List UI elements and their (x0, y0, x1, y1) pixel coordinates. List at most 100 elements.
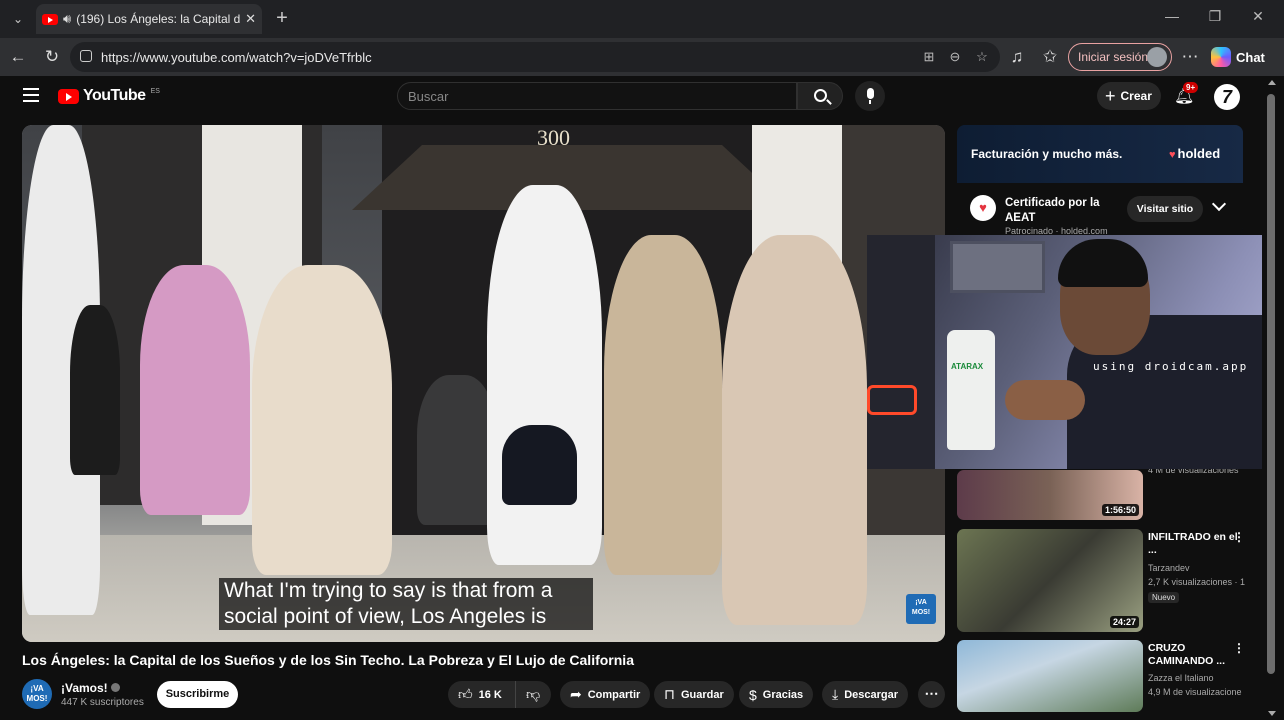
download-button[interactable]: ⤓ Descargar (822, 681, 909, 708)
chevron-down-icon[interactable] (1211, 196, 1227, 212)
close-window-icon[interactable]: ✕ (1248, 8, 1268, 25)
search-button[interactable] (797, 82, 843, 110)
webcam-overlay: ATARAX using droidcam.app (867, 235, 1284, 469)
browser-toolbar: ← ↻ https://www.youtube.com/watch?v=joDV… (0, 38, 1284, 76)
browser-tab-bar: ⌄ 🔊︎ (196) Los Ángeles: la Capital d ✕ +… (0, 0, 1284, 38)
site-info-icon[interactable] (80, 50, 92, 62)
rec-1-duration: 1:56:50 (1101, 504, 1139, 516)
super-thanks-icon: $ (749, 686, 757, 703)
channel-avatar[interactable]: ¡VA MOS! (22, 679, 52, 709)
scene-person (722, 235, 867, 625)
video-player[interactable]: 300 What I'm trying to say is that from … (22, 125, 945, 642)
cam-clothes-rack (867, 235, 935, 469)
scene-person (487, 185, 602, 565)
copilot-icon (1211, 47, 1231, 67)
rec-3-meta: 4,9 M de visualizacione (1148, 687, 1242, 697)
signin-button[interactable]: Iniciar sesión (1068, 43, 1172, 71)
restore-icon[interactable]: ❐ (1205, 8, 1225, 25)
cam-air-vent (950, 241, 1045, 293)
sponsored-ad[interactable]: Facturación y mucho más. holded ♥ Certif… (957, 125, 1243, 235)
like-button[interactable]: 👍︎ 16 K (448, 681, 515, 708)
rec-2-channel[interactable]: Tarzandev (1148, 563, 1190, 573)
more-options-icon[interactable]: ⋯ (1179, 46, 1201, 68)
url-text[interactable]: https://www.youtube.com/watch?v=joDVeTfr… (101, 50, 372, 65)
visit-site-button[interactable]: Visitar sitio (1127, 196, 1203, 222)
youtube-logo-icon (58, 88, 79, 104)
video-title: Los Ángeles: la Capital de los Sueños y … (22, 652, 634, 668)
rec-2-menu-icon[interactable]: ⋮ (1233, 530, 1245, 544)
save-button[interactable]: ⊓ Guardar (654, 681, 734, 708)
save-label: Guardar (680, 688, 724, 701)
more-actions-icon[interactable]: ⋯ (918, 681, 945, 708)
rec-2-meta: 2,7 K visualizaciones · 1 (1148, 577, 1246, 587)
ad-brand-icon: ♥ (970, 195, 996, 221)
ad-brand-logo: holded (1169, 146, 1221, 161)
scroll-up-icon[interactable] (1268, 80, 1276, 85)
scene-person (604, 235, 722, 575)
thanks-button[interactable]: $ Gracias (739, 681, 814, 708)
close-tab-icon[interactable]: ✕ (245, 11, 256, 27)
create-button[interactable]: + Crear (1097, 82, 1161, 110)
speaker-icon[interactable]: 🔊︎ (63, 11, 71, 27)
back-arrow-icon[interactable]: ← (7, 46, 29, 68)
thumbs-down-icon: 👎︎ (526, 686, 541, 702)
rec-3-thumbnail[interactable] (957, 640, 1143, 712)
new-tab-button[interactable]: + (270, 6, 294, 30)
dislike-button[interactable]: 👎︎ (515, 681, 551, 708)
create-label: Crear (1120, 89, 1152, 103)
subscribe-button[interactable]: Suscribirme (157, 681, 238, 708)
scene-stroller (417, 375, 497, 525)
like-count: 16 K (478, 688, 502, 701)
page-scrollbar[interactable] (1262, 76, 1284, 720)
youtube-favicon-icon (42, 13, 58, 25)
verified-icon (110, 683, 120, 692)
tab-list-chevron-icon[interactable]: ⌄ (6, 7, 30, 31)
cam-person-beanie (1058, 239, 1148, 287)
rec-3-menu-icon[interactable]: ⋮ (1233, 641, 1245, 655)
share-button[interactable]: ➦ Compartir (560, 681, 651, 708)
rec-2-thumbnail[interactable]: 24:27 (957, 529, 1143, 632)
ad-banner[interactable]: Facturación y mucho más. holded (957, 125, 1243, 183)
chat-label: Chat (1236, 49, 1265, 65)
notifications-badge: 9+ (1183, 82, 1199, 93)
thanks-label: Gracias (762, 688, 804, 701)
scene-person (502, 425, 577, 505)
scroll-down-icon[interactable] (1268, 711, 1276, 716)
search-icon (814, 89, 827, 102)
channel-name-link[interactable]: ¡Vamos! (61, 681, 120, 695)
minimize-icon[interactable]: — (1162, 8, 1182, 24)
menu-icon[interactable] (23, 88, 39, 102)
channel-name: ¡Vamos! (61, 681, 108, 695)
bookmark-icon: ⊓ (664, 686, 675, 702)
zoom-icon[interactable]: ⊖ (946, 48, 964, 66)
ad-banner-text: Facturación y mucho más. (971, 147, 1123, 161)
signin-label: Iniciar sesión (1078, 50, 1149, 64)
scene-person (70, 305, 120, 475)
browser-tab-active[interactable]: 🔊︎ (196) Los Ángeles: la Capital d ✕ (36, 4, 262, 34)
search-input[interactable] (408, 88, 796, 104)
channel-watermark[interactable]: ¡VA MOS! (906, 594, 936, 624)
address-bar[interactable]: https://www.youtube.com/watch?v=joDVeTfr… (70, 42, 1000, 72)
rec-2-new-badge: Nuevo (1148, 592, 1180, 603)
copilot-chat-button[interactable]: Chat (1211, 44, 1265, 70)
ad-title: Certificado por la AEAT (1005, 197, 1100, 224)
logo-text: YouTube (83, 87, 146, 104)
subscriber-count: 447 K suscriptores (61, 697, 144, 708)
media-control-icon[interactable]: ♫ (1006, 46, 1028, 68)
logo-region: ES (150, 87, 160, 95)
rec-2-duration: 24:27 (1109, 616, 1139, 628)
rec-3-channel[interactable]: Zazza el Italiano (1148, 673, 1214, 683)
rec-1-thumbnail[interactable]: 1:56:50 (957, 470, 1143, 520)
caption-line-1: What I'm trying to say is that from a (224, 579, 553, 602)
scroll-thumb[interactable] (1267, 94, 1275, 674)
thumbs-up-icon: 👍︎ (458, 686, 473, 702)
voice-search-button[interactable] (855, 81, 885, 111)
account-avatar[interactable]: 7 (1214, 84, 1240, 110)
app-available-icon[interactable]: ⊞ (920, 48, 938, 66)
marquee-number: 300 (537, 125, 570, 150)
youtube-logo[interactable]: YouTube ES (58, 87, 160, 105)
favorite-star-icon[interactable]: ☆ (973, 48, 991, 66)
reload-icon[interactable]: ↻ (41, 46, 63, 68)
favorites-icon[interactable]: ✩ (1039, 46, 1061, 68)
cam-lotion-bottle: ATARAX (947, 330, 995, 450)
